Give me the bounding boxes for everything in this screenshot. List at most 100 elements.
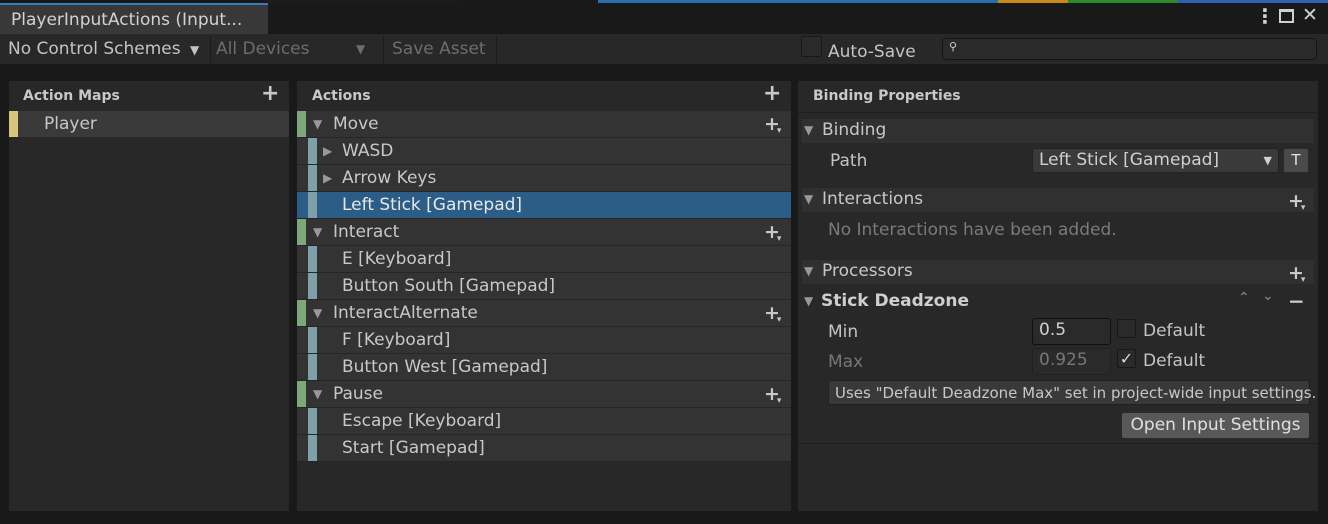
toolbar: No Control Schemes ▼ All Devices ▼ Save …	[0, 34, 1328, 65]
actions-header: Actions +	[297, 81, 791, 111]
binding-row[interactable]: Button South [Gamepad]	[297, 273, 791, 300]
add-binding-button[interactable]: +	[764, 385, 784, 407]
path-dropdown[interactable]: Left Stick [Gamepad] ▼	[1032, 148, 1279, 173]
binding-label: Left Stick [Gamepad]	[342, 195, 523, 215]
triangle-down-icon: ▼	[804, 264, 814, 278]
action-maps-title: Action Maps	[23, 88, 120, 104]
search-icon: ⚲	[949, 40, 958, 53]
binding-row[interactable]: Start [Gamepad]	[297, 435, 791, 462]
triangle-down-icon[interactable]: ▼	[313, 225, 322, 239]
max-default-label: Default	[1143, 351, 1206, 371]
binding-label: Escape [Keyboard]	[342, 411, 502, 431]
add-binding-button[interactable]: +	[764, 223, 784, 245]
toolbar-divider	[496, 36, 497, 63]
control-schemes-label: No Control Schemes	[8, 39, 181, 59]
chevron-down-icon: ▼	[190, 43, 200, 57]
processors-section-header[interactable]: ▼ Processors +	[802, 260, 1314, 284]
action-row[interactable]: ▼ Interact +	[297, 219, 791, 246]
binding-row[interactable]: E [Keyboard]	[297, 246, 791, 273]
auto-save-label: Auto-Save	[828, 42, 916, 62]
strip-segment	[998, 0, 1068, 3]
action-label: InteractAlternate	[333, 303, 478, 323]
toolbar-divider	[383, 36, 384, 63]
devices-dropdown[interactable]: All Devices ▼	[216, 34, 365, 64]
auto-save-checkbox[interactable]	[801, 36, 822, 57]
triangle-down-icon[interactable]: ▼	[313, 306, 322, 320]
action-map-color-bar	[9, 111, 18, 137]
open-input-settings-button[interactable]: Open Input Settings	[1121, 412, 1310, 439]
binding-color-bar	[308, 354, 317, 380]
search-input[interactable]: ⚲	[942, 38, 1317, 60]
action-map-label: Player	[44, 114, 97, 134]
stick-deadzone-header[interactable]: ▼ Stick Deadzone ⌃ ⌄ −	[802, 288, 1316, 314]
deadzone-help-box: Uses "Default Deadzone Max" set in proje…	[828, 380, 1316, 405]
processor-name: Stick Deadzone	[821, 291, 969, 311]
window-tab-label: PlayerInputActions (Input...	[11, 10, 243, 30]
binding-row[interactable]: Escape [Keyboard]	[297, 408, 791, 435]
binding-label: Arrow Keys	[342, 168, 437, 188]
binding-color-bar	[308, 435, 317, 461]
triangle-down-icon[interactable]: ▼	[313, 387, 322, 401]
binding-color-bar	[308, 408, 317, 434]
triangle-right-icon[interactable]: ▶	[323, 144, 332, 158]
binding-row[interactable]: Button West [Gamepad]	[297, 354, 791, 381]
min-field[interactable]: 0.5	[1032, 318, 1111, 345]
add-action-map-button[interactable]: +	[261, 83, 279, 105]
add-interaction-button[interactable]: +	[1288, 192, 1308, 214]
binding-label: WASD	[342, 141, 394, 161]
t-button[interactable]: T	[1283, 148, 1309, 173]
binding-label: Button West [Gamepad]	[342, 357, 548, 377]
action-color-bar	[297, 219, 306, 245]
kebab-menu-icon[interactable]: ⋮	[1255, 6, 1275, 26]
window-tab[interactable]: PlayerInputActions (Input...	[0, 3, 268, 34]
devices-label: All Devices	[216, 39, 310, 59]
max-default-checkbox[interactable]: ✓	[1117, 349, 1136, 368]
action-row[interactable]: ▼ Move +	[297, 111, 791, 138]
strip-segment	[1178, 0, 1328, 3]
action-label: Move	[333, 114, 379, 134]
header-divider	[798, 112, 1318, 113]
triangle-down-icon[interactable]: ▼	[313, 117, 322, 131]
actions-title: Actions	[312, 88, 371, 104]
checkmark-icon: ✓	[1119, 349, 1134, 368]
add-binding-button[interactable]: +	[764, 304, 784, 326]
binding-row[interactable]: F [Keyboard]	[297, 327, 791, 354]
binding-color-bar	[308, 246, 317, 272]
interactions-section-header[interactable]: ▼ Interactions +	[802, 188, 1314, 212]
control-schemes-dropdown[interactable]: No Control Schemes ▼	[8, 34, 199, 64]
composite-binding-row[interactable]: ▶ WASD	[297, 138, 791, 165]
close-icon[interactable]: ✕	[1302, 6, 1318, 25]
move-up-icon[interactable]: ⌃	[1238, 290, 1250, 306]
binding-color-bar	[308, 138, 317, 164]
min-label: Min	[828, 322, 859, 342]
composite-binding-row[interactable]: ▶ Arrow Keys	[297, 165, 791, 192]
action-row[interactable]: ▼ Pause +	[297, 381, 791, 408]
action-maps-panel: Action Maps + Player	[8, 80, 290, 512]
binding-properties-header: Binding Properties	[798, 81, 1318, 111]
toolbar-divider	[210, 36, 211, 63]
add-binding-button[interactable]: +	[764, 115, 784, 137]
strip-segment	[1068, 0, 1178, 3]
action-maps-header: Action Maps +	[9, 81, 289, 111]
path-label: Path	[830, 151, 868, 171]
maximize-icon[interactable]	[1279, 9, 1294, 23]
action-row[interactable]: ▼ InteractAlternate +	[297, 300, 791, 327]
save-asset-button[interactable]: Save Asset	[392, 34, 486, 64]
action-map-item-player[interactable]: Player	[9, 111, 289, 138]
add-processor-button[interactable]: +	[1288, 264, 1308, 286]
triangle-right-icon[interactable]: ▶	[323, 171, 332, 185]
binding-properties-title: Binding Properties	[813, 88, 961, 104]
binding-section-header[interactable]: ▼ Binding	[802, 119, 1314, 143]
add-action-button[interactable]: +	[763, 83, 781, 105]
binding-label: E [Keyboard]	[342, 249, 452, 269]
binding-row[interactable]: Left Stick [Gamepad]	[297, 192, 791, 219]
binding-section-label: Binding	[822, 120, 887, 140]
chevron-down-icon: ▼	[356, 42, 366, 56]
path-value: Left Stick [Gamepad]	[1039, 150, 1220, 170]
remove-processor-icon[interactable]: −	[1288, 289, 1305, 313]
min-default-checkbox[interactable]	[1117, 319, 1136, 338]
binding-color-bar	[308, 273, 317, 299]
move-down-icon[interactable]: ⌄	[1262, 288, 1274, 304]
strip-segment	[598, 0, 998, 3]
max-field[interactable]: 0.925	[1032, 348, 1111, 375]
